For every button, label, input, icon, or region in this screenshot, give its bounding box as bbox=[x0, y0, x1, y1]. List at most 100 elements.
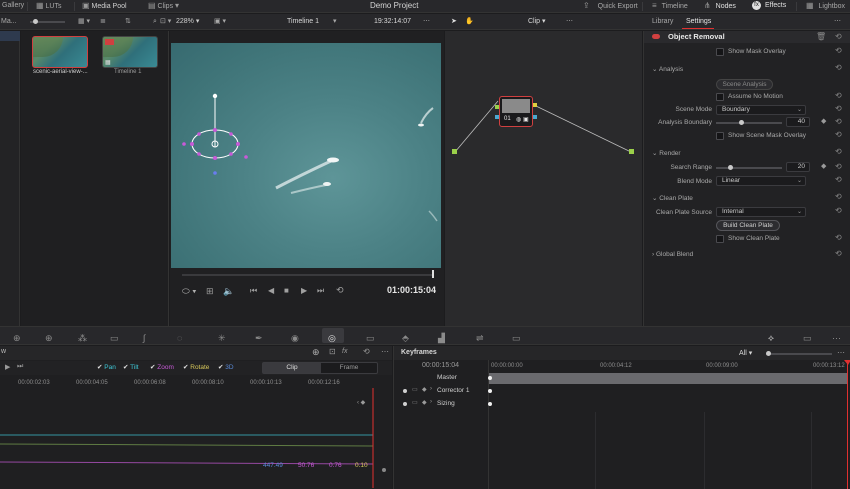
prev-keyframe-icon[interactable]: ‹ ◆ bbox=[357, 399, 365, 406]
timeline-tab[interactable]: ≡ Timeline bbox=[652, 0, 688, 12]
skip-to-end-icon[interactable]: ⏭ bbox=[317, 286, 324, 296]
clips-tab[interactable]: ▤ Clips ▾ bbox=[148, 0, 179, 12]
node-input-key-port[interactable] bbox=[495, 115, 499, 119]
zoom-dropdown[interactable]: 228% ▾ bbox=[176, 16, 199, 28]
reset-blend-mode-icon[interactable]: ⟲ bbox=[835, 175, 842, 184]
viewer-playhead[interactable] bbox=[432, 270, 434, 278]
scene-analysis-button[interactable]: Scene Analysis bbox=[716, 79, 773, 90]
timeline-name[interactable]: Timeline 1 bbox=[287, 16, 319, 28]
reset-show-clean-plate-icon[interactable]: ⟲ bbox=[835, 233, 842, 242]
channel-rotate[interactable]: ✔ Rotate bbox=[183, 363, 209, 371]
lightbox-tab[interactable]: ▦ Lightbox bbox=[806, 0, 845, 12]
loop-icon[interactable]: ⟲ bbox=[336, 285, 344, 296]
viewer-options-icon[interactable]: ⋯ bbox=[423, 16, 430, 28]
clip-mode-dropdown[interactable]: Clip ▾ bbox=[528, 16, 546, 28]
panel-options-icon[interactable]: ⋯ bbox=[834, 16, 841, 28]
analysis-section-header[interactable]: ⌄ Analysis bbox=[652, 65, 683, 73]
quick-export-button[interactable]: ⇪ Quick Export bbox=[583, 0, 638, 12]
scopes-icon[interactable]: ⟡ bbox=[768, 333, 774, 344]
palette-options-icon[interactable]: ⋯ bbox=[832, 333, 841, 344]
play-icon[interactable]: ▶ bbox=[301, 286, 307, 295]
scene-mode-dropdown[interactable]: Boundary ⌄ bbox=[716, 105, 806, 115]
reset-mask-overlay-icon[interactable]: ⟲ bbox=[835, 46, 842, 55]
curves-options-icon[interactable]: ⋯ bbox=[381, 347, 389, 356]
list-view-icon[interactable]: ≣ bbox=[100, 16, 106, 28]
thumbnail-size-knob[interactable] bbox=[33, 19, 38, 24]
tracker-icon[interactable]: ◉ bbox=[291, 333, 299, 344]
window-icon[interactable]: ✒ bbox=[255, 333, 263, 344]
viewer-mode-icon[interactable]: ▣ ▾ bbox=[214, 16, 226, 28]
raw-icon[interactable]: ▭ bbox=[110, 333, 119, 344]
keyframe-diamond-icon[interactable]: ◆ bbox=[821, 117, 826, 125]
render-section-header[interactable]: ⌄ Render bbox=[652, 149, 681, 157]
keyframes-zoom-slider[interactable] bbox=[766, 353, 832, 355]
assume-no-motion-checkbox[interactable] bbox=[716, 93, 724, 101]
blend-mode-dropdown[interactable]: Linear ⌄ bbox=[716, 176, 806, 186]
track-enable-dot[interactable] bbox=[403, 389, 407, 393]
effect-enable-toggle[interactable] bbox=[652, 34, 660, 39]
primaries-icon[interactable]: ⊕ bbox=[45, 333, 53, 344]
crosshair-icon[interactable]: ⊕ bbox=[312, 347, 320, 358]
track-expand-icon[interactable]: › bbox=[430, 386, 432, 392]
hand-tool-icon[interactable]: ✋ bbox=[465, 16, 474, 28]
blur-icon[interactable]: ▭ bbox=[366, 333, 375, 344]
search-range-slider[interactable] bbox=[716, 167, 782, 169]
keyframes-playhead[interactable] bbox=[847, 360, 848, 489]
stop-icon[interactable]: ■ bbox=[284, 286, 289, 295]
analysis-boundary-slider[interactable] bbox=[716, 122, 782, 124]
media-pool-tab[interactable]: ▣ Media Pool bbox=[82, 0, 127, 12]
warper-icon[interactable]: ◌ bbox=[177, 333, 182, 343]
color-wheels-icon[interactable]: ⊕ bbox=[13, 333, 21, 344]
build-clean-plate-button[interactable]: Build Clean Plate bbox=[716, 220, 780, 231]
viewer-layout-icon[interactable]: ⊡ ▾ bbox=[160, 16, 171, 28]
master-keyframe-bar[interactable] bbox=[489, 373, 847, 384]
keyframe-dot[interactable] bbox=[488, 376, 492, 380]
track-keyframe-icon[interactable]: ◆ bbox=[422, 399, 427, 406]
show-clean-plate-checkbox[interactable] bbox=[716, 235, 724, 243]
volume-icon[interactable]: 🔈 bbox=[223, 286, 234, 297]
sort-icon[interactable]: ⇅ bbox=[125, 16, 131, 28]
reset-scene-mask-icon[interactable]: ⟲ bbox=[835, 130, 842, 139]
reset-effect-icon[interactable]: ⟲ bbox=[835, 32, 842, 41]
reset-clean-plate-icon[interactable]: ⟲ bbox=[835, 192, 842, 201]
timeline-thumbnail[interactable]: ▦ bbox=[102, 36, 158, 68]
tab-library[interactable]: Library bbox=[652, 16, 673, 28]
show-mask-overlay-checkbox[interactable] bbox=[716, 48, 724, 56]
motion-effects-icon[interactable]: ▭ bbox=[512, 333, 521, 344]
node-input-port[interactable] bbox=[452, 149, 457, 154]
pip-icon[interactable]: ⊡ bbox=[329, 347, 336, 356]
clean-plate-source-dropdown[interactable]: Internal ⌄ bbox=[716, 207, 806, 217]
search-range-knob[interactable] bbox=[728, 165, 733, 170]
magic-mask-icon[interactable]: ◎ bbox=[328, 333, 336, 344]
reset-curves-icon[interactable]: ⟲ bbox=[363, 347, 370, 356]
key-icon[interactable]: ⬘ bbox=[402, 333, 409, 344]
reset-render-icon[interactable]: ⟲ bbox=[835, 147, 842, 156]
reset-analysis-icon[interactable]: ⟲ bbox=[835, 63, 842, 72]
viewer-overlay-mode-icon[interactable]: ⬭ ▾ bbox=[182, 286, 197, 297]
keyframes-options-icon[interactable]: ⋯ bbox=[837, 348, 845, 357]
tab-settings[interactable]: Settings bbox=[686, 16, 711, 28]
track-enable-dot[interactable] bbox=[403, 402, 407, 406]
node-output-port[interactable] bbox=[629, 149, 634, 154]
keyframes-playhead-head[interactable] bbox=[844, 360, 850, 365]
trash-icon[interactable]: 🗑 bbox=[816, 32, 826, 41]
global-blend-section-header[interactable]: › Global Blend bbox=[652, 251, 693, 258]
viewer-layout-icon[interactable]: ⊞ bbox=[206, 286, 214, 297]
timeline-chevron-icon[interactable]: ▾ bbox=[333, 16, 337, 28]
keyframe-diamond-icon[interactable]: ◆ bbox=[821, 162, 826, 170]
channel-3d[interactable]: ✔ 3D bbox=[218, 363, 234, 371]
track-keyframe-icon[interactable]: ◆ bbox=[422, 386, 427, 393]
channel-pan[interactable]: ✔ Pan bbox=[97, 363, 116, 371]
gallery-tab[interactable]: Gallery bbox=[2, 0, 24, 12]
clean-plate-section-header[interactable]: ⌄ Clean Plate bbox=[652, 194, 693, 202]
grid-view-icon[interactable]: ▦ ▾ bbox=[78, 16, 90, 28]
analysis-boundary-field[interactable]: 40 bbox=[786, 117, 810, 127]
node-output-rgb-port[interactable] bbox=[533, 103, 537, 107]
reset-global-blend-icon[interactable]: ⟲ bbox=[835, 249, 842, 258]
info-icon[interactable]: ▭ bbox=[803, 333, 812, 344]
reset-scene-mode-icon[interactable]: ⟲ bbox=[835, 104, 842, 113]
skip-icon[interactable]: ⏭ bbox=[17, 363, 23, 371]
keyframes-filter-dropdown[interactable]: All ▾ bbox=[739, 349, 752, 357]
hdr-icon[interactable]: ⁂ bbox=[78, 333, 87, 344]
search-range-field[interactable]: 20 bbox=[786, 162, 810, 172]
